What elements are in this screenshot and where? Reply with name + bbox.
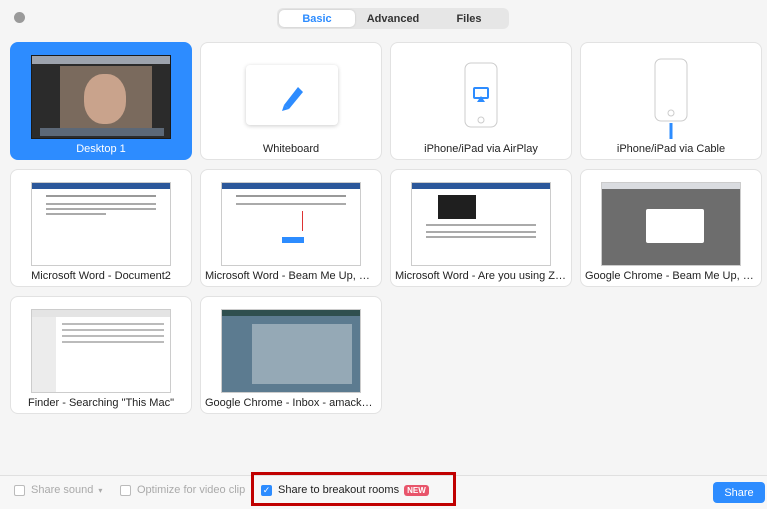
- optimize-video-checkbox[interactable]: [120, 484, 131, 496]
- tile-label: Microsoft Word - Document2: [31, 270, 171, 282]
- tile-chrome-beam-me-up[interactable]: Google Chrome - Beam Me Up, Sc...: [580, 169, 762, 287]
- phone-cable-icon: [654, 58, 688, 139]
- tile-label: Google Chrome - Inbox - amacker....: [205, 397, 381, 409]
- share-sound-option[interactable]: Share sound ▾: [14, 484, 102, 496]
- optimize-video-label: Optimize for video clip: [137, 484, 246, 496]
- share-sound-checkbox[interactable]: [14, 484, 25, 496]
- word-thumbnail: [31, 182, 171, 266]
- tile-label: iPhone/iPad via Cable: [616, 143, 726, 155]
- tab-files[interactable]: Files: [431, 10, 507, 27]
- tile-label: Whiteboard: [262, 143, 320, 155]
- tile-label: Microsoft Word - Are you using Zo...: [395, 270, 571, 282]
- share-sound-label: Share sound: [31, 484, 94, 496]
- tab-basic[interactable]: Basic: [279, 10, 355, 27]
- tile-finder[interactable]: Finder - Searching "This Mac": [10, 296, 192, 414]
- tile-label: iPhone/iPad via AirPlay: [424, 143, 538, 155]
- tile-chrome-inbox[interactable]: Google Chrome - Inbox - amacker....: [200, 296, 382, 414]
- tile-cable[interactable]: iPhone/iPad via Cable: [580, 42, 762, 160]
- share-tabs: Basic Advanced Files: [277, 8, 509, 29]
- share-button[interactable]: Share: [713, 482, 765, 503]
- word-thumbnail: [411, 182, 551, 266]
- chrome-thumbnail: [221, 309, 361, 393]
- chrome-thumbnail: [601, 182, 741, 266]
- phone-airplay-icon: [464, 62, 498, 128]
- optimize-video-option[interactable]: Optimize for video clip: [120, 484, 245, 496]
- tile-airplay[interactable]: iPhone/iPad via AirPlay: [390, 42, 572, 160]
- chevron-down-icon[interactable]: ▾: [98, 486, 102, 495]
- tile-whiteboard[interactable]: Whiteboard: [200, 42, 382, 160]
- word-thumbnail: [221, 182, 361, 266]
- tile-word-document2[interactable]: Microsoft Word - Document2: [10, 169, 192, 287]
- tab-advanced[interactable]: Advanced: [355, 10, 431, 27]
- highlight-annotation-box: [251, 472, 456, 506]
- desktop-thumbnail: [31, 55, 171, 139]
- window-control-dot[interactable]: [14, 12, 25, 23]
- tile-label: Finder - Searching "This Mac": [28, 397, 174, 409]
- tile-word-are-you-using[interactable]: Microsoft Word - Are you using Zo...: [390, 169, 572, 287]
- tile-label: Microsoft Word - Beam Me Up, Sc...: [205, 270, 381, 282]
- whiteboard-card: [246, 65, 338, 125]
- tile-desktop-1[interactable]: Desktop 1: [10, 42, 192, 160]
- tile-label: Google Chrome - Beam Me Up, Sc...: [585, 270, 761, 282]
- tile-word-beam-me-up[interactable]: Microsoft Word - Beam Me Up, Sc...: [200, 169, 382, 287]
- finder-thumbnail: [31, 309, 171, 393]
- tile-label: Desktop 1: [76, 143, 126, 155]
- pencil-icon: [282, 87, 303, 111]
